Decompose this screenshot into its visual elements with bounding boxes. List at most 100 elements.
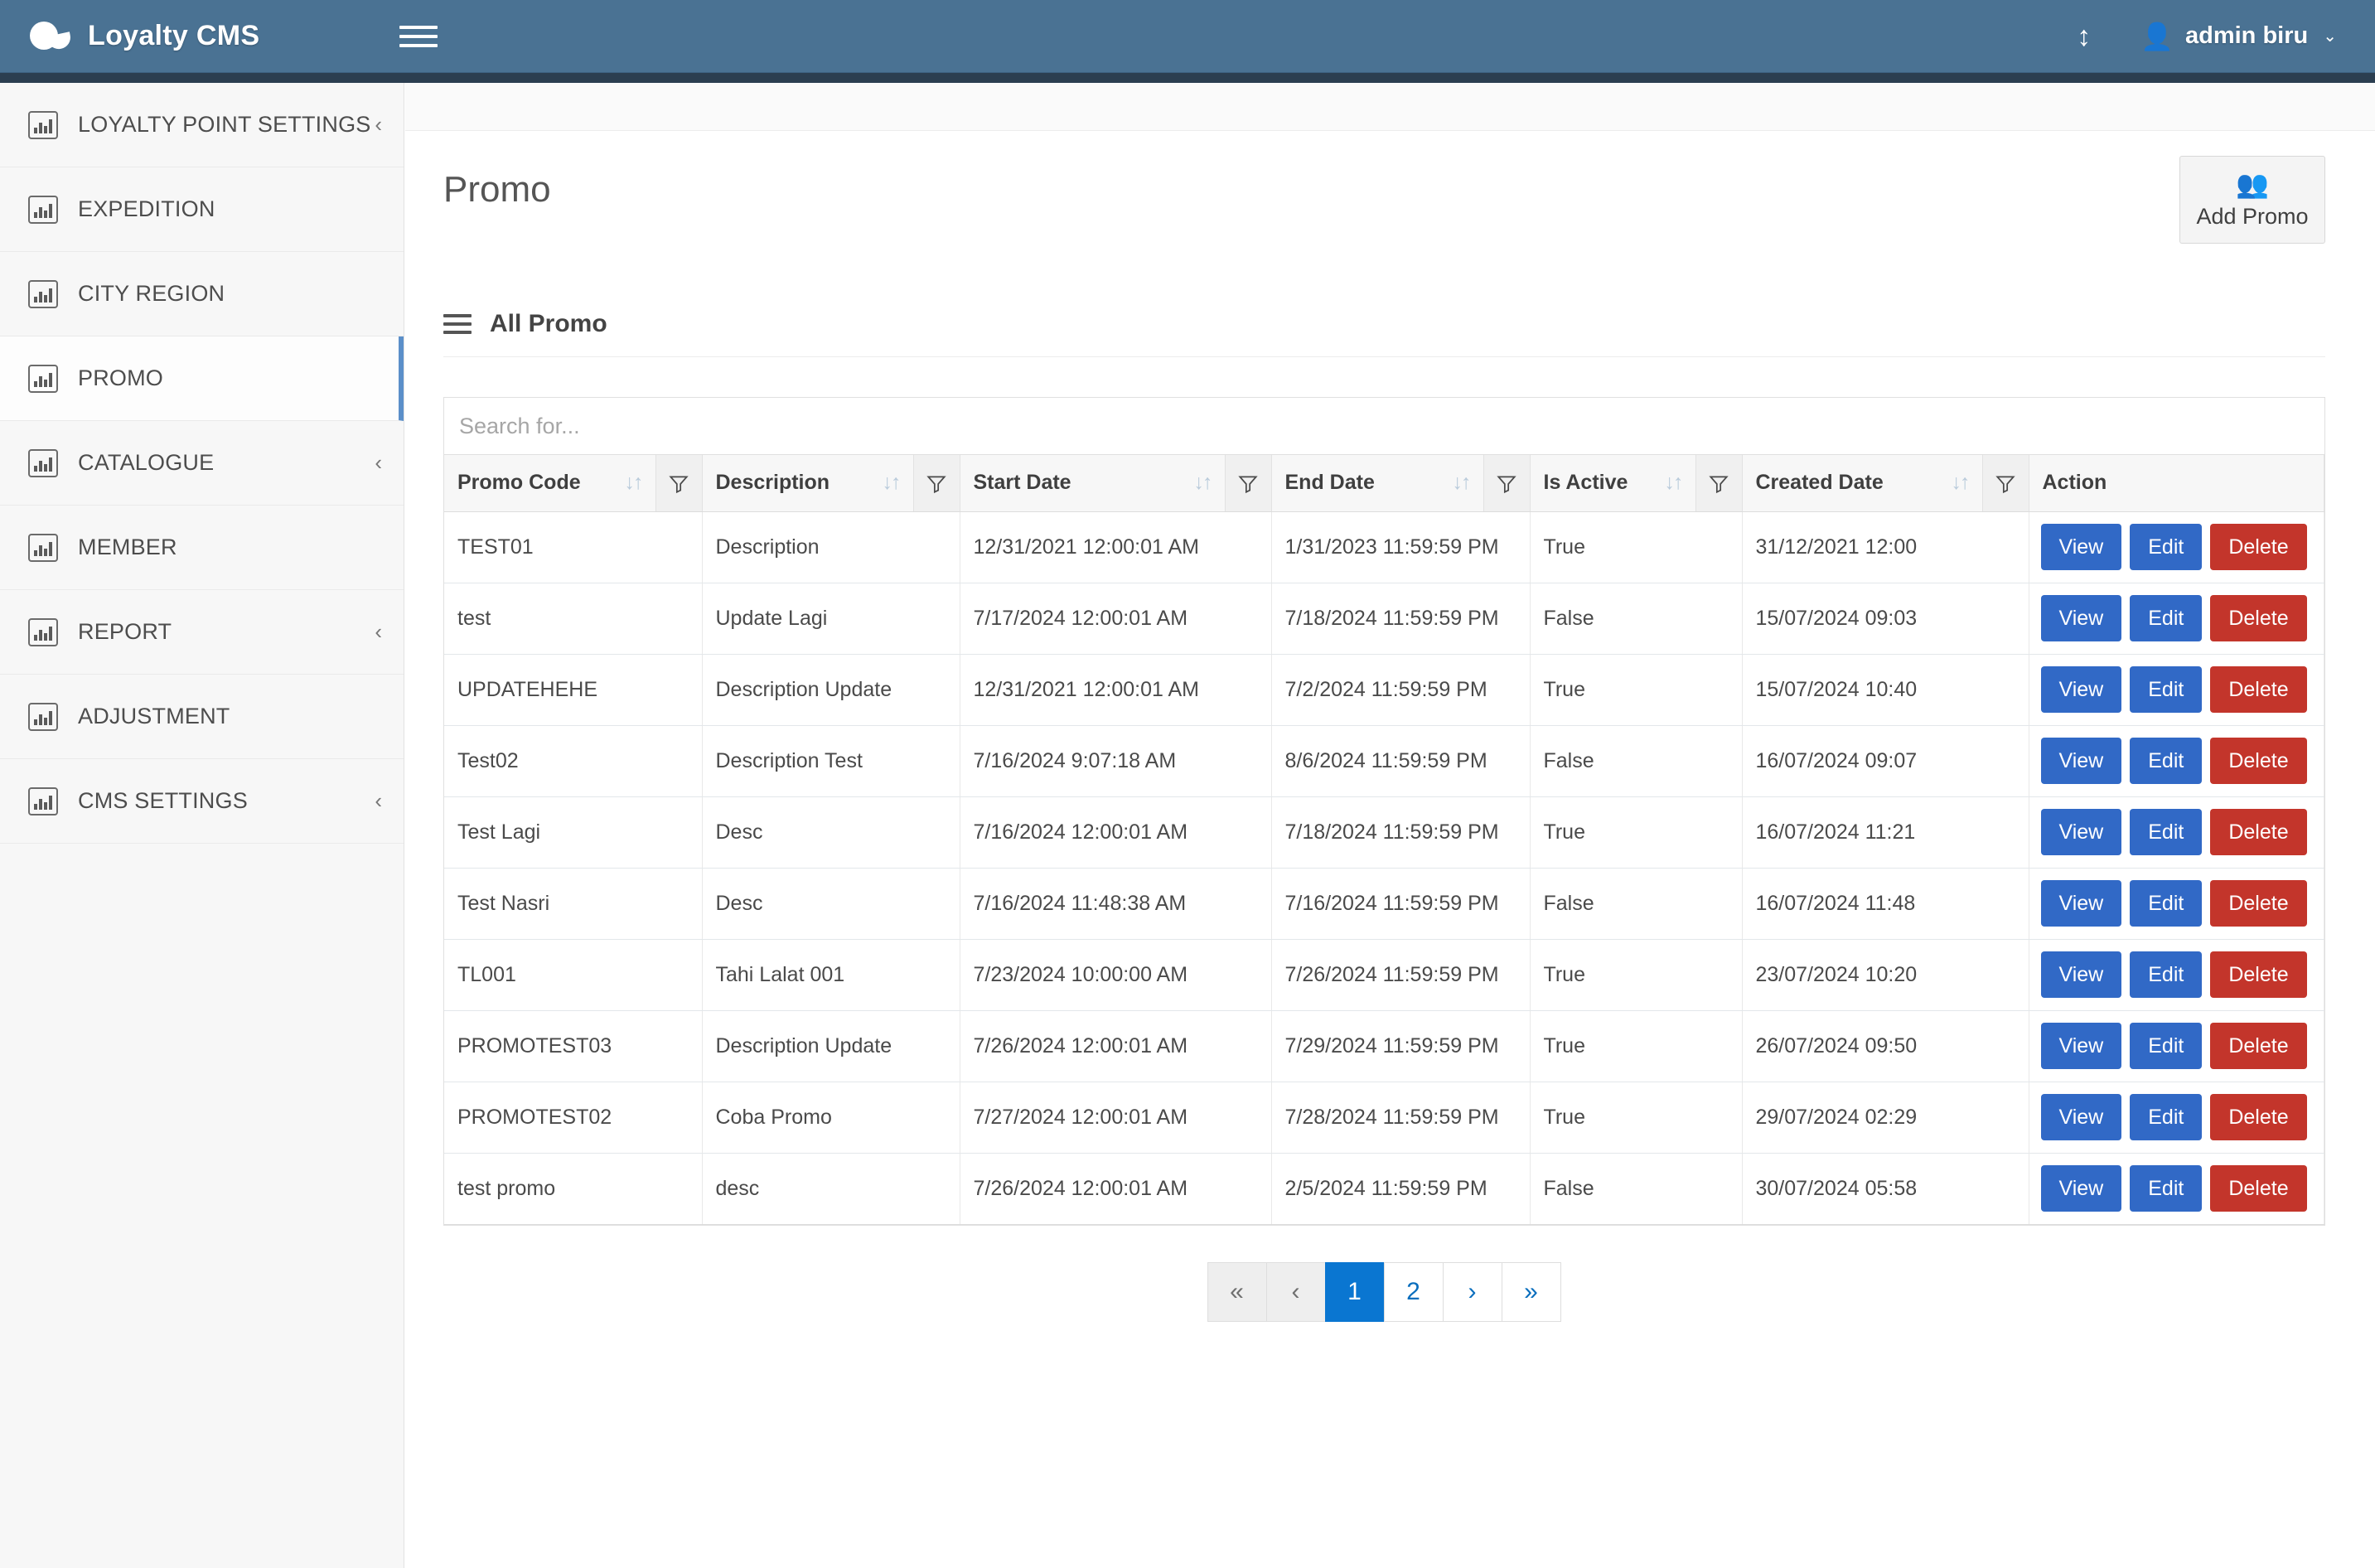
filter-icon-start-date[interactable] [1225,455,1272,512]
column-header-start-date[interactable]: Start Date ↓↑ [960,455,1226,512]
cell-is-active: True [1530,1082,1743,1154]
column-header-label: Created Date [1755,471,1884,495]
funnel-icon[interactable] [1708,471,1729,495]
funnel-icon[interactable] [926,471,947,495]
user-menu-button[interactable]: 👤 admin biru ⌄ [2116,0,2375,73]
promo-table-head: Promo Code ↓↑ Description ↓↑ Start Date ↓↑ End… [444,455,2324,512]
sidebar-item-label: CATALOGUE [78,450,215,475]
cell-is-active: True [1530,939,1743,1011]
sidebar-toggle-icon[interactable] [399,17,438,56]
funnel-icon[interactable] [1995,471,2016,495]
sort-icon[interactable]: ↓↑ [1194,471,1213,495]
column-header-end-date[interactable]: End Date ↓↑ [1271,455,1484,512]
sidebar-item-city-region[interactable]: CITY REGION [0,252,404,336]
delete-button[interactable]: Delete [2210,809,2307,855]
filter-icon-description[interactable] [913,455,960,512]
pagination-button-1[interactable]: 1 [1324,1261,1385,1322]
view-button[interactable]: View [2040,1023,2122,1069]
sort-icon[interactable]: ↓↑ [1453,471,1472,495]
bar-chart-icon [28,702,58,731]
add-promo-button[interactable]: 👥 Add Promo [2179,156,2325,244]
cell-action: View Edit Delete [2029,1153,2324,1225]
sort-icon[interactable]: ↓↑ [1952,471,1971,495]
view-button[interactable]: View [2040,951,2122,998]
pagination-button-last[interactable]: » [1501,1261,1561,1322]
filter-icon-end-date[interactable] [1483,455,1531,512]
delete-button[interactable]: Delete [2210,880,2307,927]
cell-is-active: False [1530,725,1743,797]
sidebar-item-cms-settings[interactable]: CMS SETTINGS ‹ [0,759,404,844]
chevron-down-icon: ⌄ [2323,27,2337,46]
edit-button[interactable]: Edit [2130,666,2203,713]
delete-button[interactable]: Delete [2210,951,2307,998]
view-button[interactable]: View [2040,738,2122,784]
cell-end-date: 7/18/2024 11:59:59 PM [1271,796,1531,869]
pagination-button-next[interactable]: › [1442,1261,1502,1322]
sort-icon[interactable]: ↓↑ [883,471,902,495]
pagination: «‹ 1 2 ›» [443,1261,2325,1322]
cell-end-date: 7/2/2024 11:59:59 PM [1271,654,1531,726]
pagination-button-2[interactable]: 2 [1383,1261,1444,1322]
sidebar-item-catalogue[interactable]: CATALOGUE ‹ [0,421,404,506]
brand[interactable]: Loyalty CMS [0,20,381,53]
delete-button[interactable]: Delete [2210,666,2307,713]
filter-icon-is-active[interactable] [1695,455,1743,512]
sidebar-item-adjustment[interactable]: ADJUSTMENT [0,675,404,759]
delete-button[interactable]: Delete [2210,1094,2307,1140]
view-button[interactable]: View [2040,1094,2122,1140]
sort-icon[interactable]: ↓↑ [1665,471,1684,495]
column-header-description[interactable]: Description ↓↑ [702,455,914,512]
cell-action: View Edit Delete [2029,1082,2324,1154]
cell-description: Description [702,511,960,583]
sidebar-item-expedition[interactable]: EXPEDITION [0,167,404,252]
funnel-icon[interactable] [1496,471,1517,495]
edit-button[interactable]: Edit [2130,738,2203,784]
column-header-promo-code[interactable]: Promo Code ↓↑ [444,455,656,512]
search-input[interactable] [444,398,2324,454]
cell-description: Description Test [702,725,960,797]
cell-start-date: 7/16/2024 9:07:18 AM [960,725,1272,797]
edit-button[interactable]: Edit [2130,595,2203,641]
table-row: Test Nasri Desc 7/16/2024 11:48:38 AM 7/16/… [444,868,2324,940]
view-button[interactable]: View [2040,595,2122,641]
funnel-icon[interactable] [668,471,689,495]
promo-table-header-row: Promo Code ↓↑ Description ↓↑ Start Date ↓↑ End… [444,455,2324,512]
view-button[interactable]: View [2040,809,2122,855]
delete-button[interactable]: Delete [2210,738,2307,784]
filter-icon-created-date[interactable] [1982,455,2029,512]
chevron-left-icon: ‹ [375,788,382,813]
table-row: test promo desc 7/26/2024 12:00:01 AM 2/5/2… [444,1153,2324,1225]
cell-promo-code: PROMOTEST02 [444,1082,703,1154]
cell-start-date: 7/23/2024 10:00:00 AM [960,939,1272,1011]
edit-button[interactable]: Edit [2130,1094,2203,1140]
view-button[interactable]: View [2040,666,2122,713]
edit-button[interactable]: Edit [2130,1023,2203,1069]
edit-button[interactable]: Edit [2130,524,2203,570]
edit-button[interactable]: Edit [2130,1165,2203,1212]
delete-button[interactable]: Delete [2210,1023,2307,1069]
delete-button[interactable]: Delete [2210,524,2307,570]
sidebar-item-loyalty-point-settings[interactable]: LOYALTY POINT SETTINGS ‹ [0,83,404,167]
delete-button[interactable]: Delete [2210,595,2307,641]
edit-button[interactable]: Edit [2130,880,2203,927]
view-button[interactable]: View [2040,524,2122,570]
edit-button[interactable]: Edit [2130,809,2203,855]
fullscreen-toggle-button[interactable]: ↕ [2052,0,2116,73]
sidebar-item-member[interactable]: MEMBER [0,506,404,590]
column-header-is-active[interactable]: Is Active ↓↑ [1530,455,1696,512]
cell-description: Tahi Lalat 001 [702,939,960,1011]
sidebar-item-report[interactable]: REPORT ‹ [0,590,404,675]
view-button[interactable]: View [2040,880,2122,927]
bar-chart-icon [28,110,58,139]
edit-button[interactable]: Edit [2130,951,2203,998]
column-header-created-date[interactable]: Created Date ↓↑ [1742,455,1983,512]
sidebar-item-promo[interactable]: PROMO [0,336,404,421]
filter-icon-promo-code[interactable] [655,455,703,512]
view-button[interactable]: View [2040,1165,2122,1212]
funnel-icon[interactable] [1237,471,1259,495]
sort-icon[interactable]: ↓↑ [625,471,644,495]
cell-created-date: 15/07/2024 09:03 [1742,583,2029,655]
delete-button[interactable]: Delete [2210,1165,2307,1212]
column-header-label: Start Date [973,471,1071,495]
cell-action: View Edit Delete [2029,511,2324,583]
